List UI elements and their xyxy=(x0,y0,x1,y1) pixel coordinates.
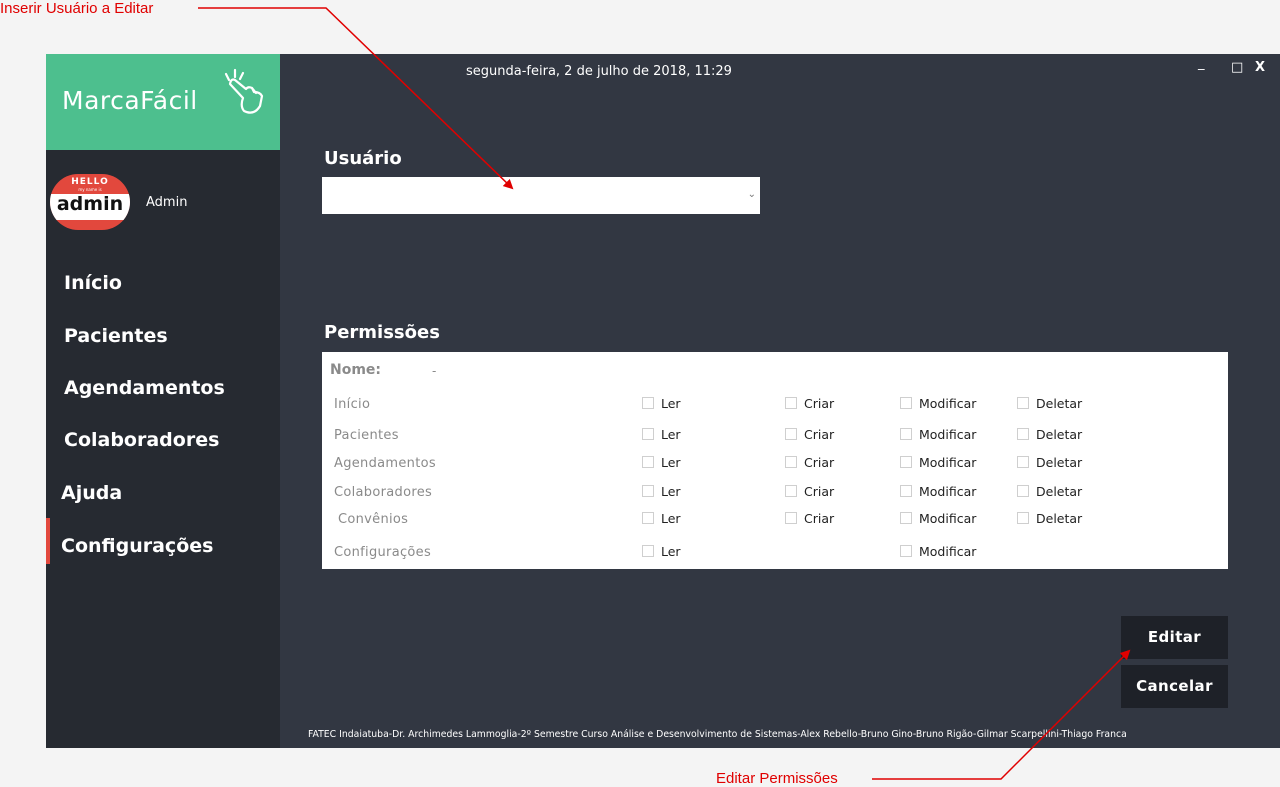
checkbox-ler[interactable]: Ler xyxy=(642,484,681,499)
user-name: Admin xyxy=(146,195,188,210)
checkbox-deletar[interactable]: Deletar xyxy=(1017,511,1082,526)
sidebar-item-ajuda[interactable]: Ajuda xyxy=(61,482,122,504)
permissions-label: Permissões xyxy=(324,322,440,343)
checkbox-label: Ler xyxy=(661,427,681,442)
badge-hello-text: HELLO xyxy=(71,177,109,187)
checkbox-label: Criar xyxy=(804,511,835,526)
app-window: MarcaFácil HELLO my name is admin Admin xyxy=(46,54,1280,748)
permission-row-pacientes: Pacientes Ler Criar Modificar Deletar xyxy=(322,425,1228,447)
checkbox-label: Criar xyxy=(804,484,835,499)
name-label: Nome: xyxy=(330,362,382,378)
checkbox-criar[interactable]: Criar xyxy=(785,511,834,526)
name-value: - xyxy=(432,364,437,378)
checkbox-label: Modificar xyxy=(919,455,977,470)
checkbox-label: Deletar xyxy=(1036,484,1083,499)
checkbox-deletar[interactable]: Deletar xyxy=(1017,455,1082,470)
user-label: Usuário xyxy=(324,148,402,169)
checkbox-ler[interactable]: Ler xyxy=(642,544,681,559)
permission-row-configuracoes: Configurações Ler Modificar xyxy=(322,542,1228,564)
checkbox-label: Ler xyxy=(661,455,681,470)
permission-row-label: Pacientes xyxy=(334,428,399,443)
badge-subtitle: my name is xyxy=(78,187,102,192)
annotation-insert-user: Inserir Usuário a Editar xyxy=(0,0,154,17)
checkbox-modificar[interactable]: Modificar xyxy=(900,427,976,442)
close-button[interactable]: X xyxy=(1255,60,1265,75)
checkbox-label: Ler xyxy=(661,544,681,559)
checkbox-label: Deletar xyxy=(1036,455,1083,470)
checkbox-label: Criar xyxy=(804,396,835,411)
checkbox-deletar[interactable]: Deletar xyxy=(1017,427,1082,442)
permission-row-label: Agendamentos xyxy=(334,456,436,471)
checkbox-criar[interactable]: Criar xyxy=(785,455,834,470)
active-indicator xyxy=(46,518,50,564)
checkbox-label: Modificar xyxy=(919,544,977,559)
checkbox-ler[interactable]: Ler xyxy=(642,427,681,442)
badge-name-text: admin xyxy=(56,193,124,215)
datetime: segunda-feira, 2 de julho de 2018, 11:29 xyxy=(466,64,732,79)
pointing-hand-icon xyxy=(224,68,264,114)
chevron-down-icon: ⌄ xyxy=(747,189,756,200)
checkbox-deletar[interactable]: Deletar xyxy=(1017,484,1082,499)
checkbox-criar[interactable]: Criar xyxy=(785,396,834,411)
checkbox-ler[interactable]: Ler xyxy=(642,455,681,470)
checkbox-label: Ler xyxy=(661,396,681,411)
edit-button[interactable]: Editar xyxy=(1121,616,1228,659)
permission-row-label: Início xyxy=(334,397,371,412)
checkbox-label: Modificar xyxy=(919,396,977,411)
checkbox-ler[interactable]: Ler xyxy=(642,396,681,411)
avatar: HELLO my name is admin xyxy=(50,174,130,230)
permission-row-label: Configurações xyxy=(334,545,432,560)
checkbox-modificar[interactable]: Modificar xyxy=(900,484,976,499)
permission-row-inicio: Início Ler Criar Modificar Deletar xyxy=(322,394,1228,416)
permission-row-agendamentos: Agendamentos Ler Criar Modificar Deletar xyxy=(322,453,1228,475)
sidebar: MarcaFácil HELLO my name is admin Admin xyxy=(46,54,280,748)
checkbox-label: Ler xyxy=(661,511,681,526)
checkbox-label: Modificar xyxy=(919,511,977,526)
sidebar-item-inicio[interactable]: Início xyxy=(64,272,122,294)
permission-row-label: Colaboradores xyxy=(334,485,433,500)
checkbox-label: Criar xyxy=(804,455,835,470)
checkbox-modificar[interactable]: Modificar xyxy=(900,544,976,559)
checkbox-deletar[interactable]: Deletar xyxy=(1017,396,1082,411)
checkbox-criar[interactable]: Criar xyxy=(785,484,834,499)
checkbox-label: Modificar xyxy=(919,484,977,499)
checkbox-modificar[interactable]: Modificar xyxy=(900,455,976,470)
user-select[interactable]: ⌄ xyxy=(322,177,760,214)
logo: MarcaFácil xyxy=(46,54,280,150)
permission-row-label: Convênios xyxy=(338,512,409,527)
sidebar-item-agendamentos[interactable]: Agendamentos xyxy=(64,377,225,399)
permissions-panel: Nome: - Início Ler Criar Modificar Delet… xyxy=(322,352,1228,569)
checkbox-label: Deletar xyxy=(1036,427,1083,442)
sidebar-item-configuracoes[interactable]: Configurações xyxy=(61,535,213,557)
annotation-edit-permissions: Editar Permissões xyxy=(716,770,838,787)
user-profile: HELLO my name is admin Admin xyxy=(46,172,280,234)
minimize-button[interactable]: _ xyxy=(1198,56,1205,71)
permission-row-convenios: Convênios Ler Criar Modificar Deletar xyxy=(322,509,1228,531)
checkbox-label: Ler xyxy=(661,484,681,499)
footer-credits: FATEC Indaiatuba-Dr. Archimedes Lammogli… xyxy=(308,729,1127,740)
checkbox-label: Deletar xyxy=(1036,511,1083,526)
checkbox-label: Modificar xyxy=(919,427,977,442)
cancel-button[interactable]: Cancelar xyxy=(1121,665,1228,708)
logo-text: MarcaFácil xyxy=(62,86,198,115)
sidebar-item-pacientes[interactable]: Pacientes xyxy=(64,325,168,347)
checkbox-label: Deletar xyxy=(1036,396,1083,411)
checkbox-criar[interactable]: Criar xyxy=(785,427,834,442)
checkbox-modificar[interactable]: Modificar xyxy=(900,511,976,526)
permission-row-colaboradores: Colaboradores Ler Criar Modificar Deleta… xyxy=(322,482,1228,504)
sidebar-item-colaboradores[interactable]: Colaboradores xyxy=(64,429,219,451)
checkbox-modificar[interactable]: Modificar xyxy=(900,396,976,411)
checkbox-label: Criar xyxy=(804,427,835,442)
maximize-button[interactable]: □ xyxy=(1231,60,1243,75)
checkbox-ler[interactable]: Ler xyxy=(642,511,681,526)
